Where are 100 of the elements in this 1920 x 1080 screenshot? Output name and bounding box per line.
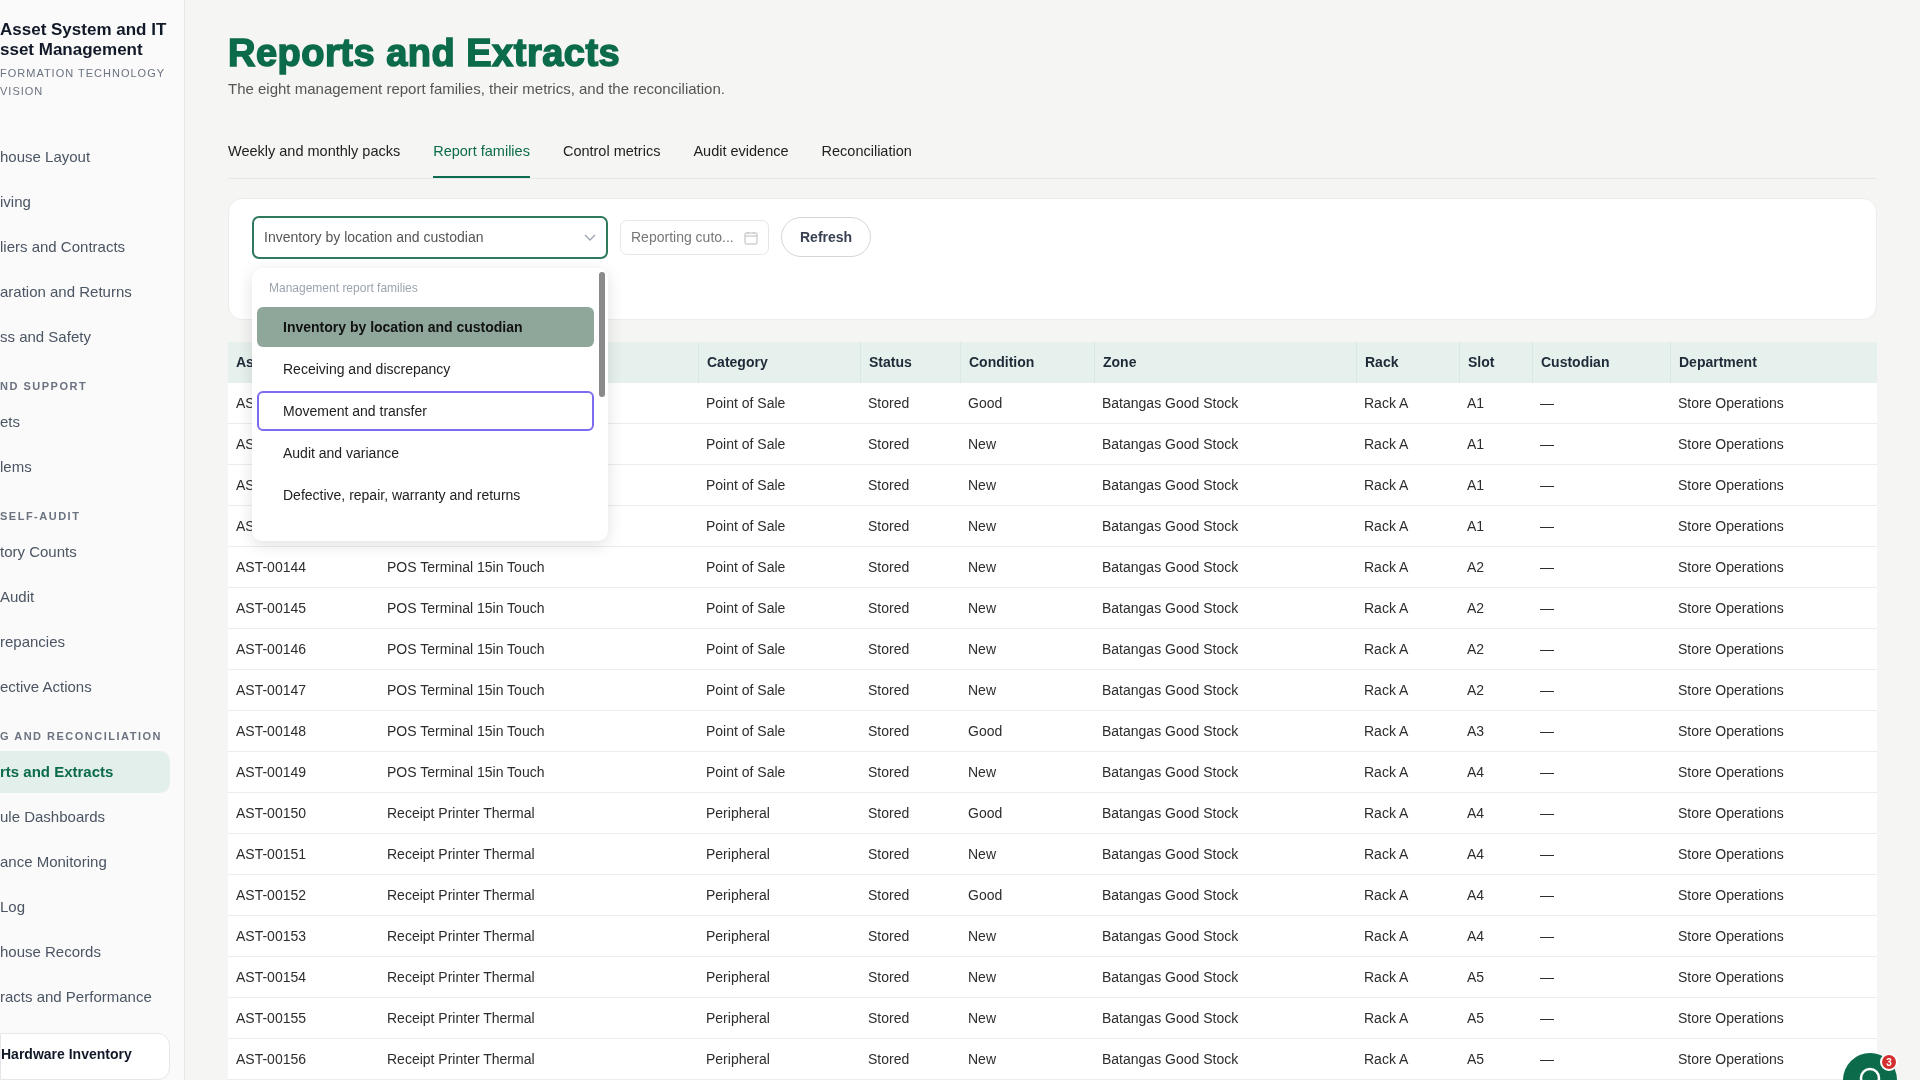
table-cell-text: AST-00148: [236, 721, 307, 741]
table-cell-text: Point of Sale: [706, 475, 786, 495]
table-cell-text: Batangas Good Stock: [1102, 598, 1239, 618]
nav-item[interactable]: tory Counts: [0, 531, 170, 573]
user-card[interactable]: Hardware Inventory: [0, 1033, 170, 1080]
nav-item[interactable]: ule Dashboards: [0, 796, 170, 838]
table-cell-text: A4: [1467, 803, 1485, 823]
table-cell-text: New: [968, 1049, 996, 1069]
table-cell-text: Peripheral: [706, 967, 770, 987]
table-cell-text: New: [968, 967, 996, 987]
notification-badge: 3: [1880, 1053, 1898, 1071]
table-cell-text: A2: [1467, 557, 1485, 577]
nav-item[interactable]: iving: [0, 181, 170, 223]
table-cell-text: A1: [1467, 393, 1485, 413]
table-cell-text: Stored: [868, 598, 910, 618]
tab[interactable]: Reconciliation: [821, 138, 912, 179]
table-cell-text: A4: [1467, 762, 1485, 782]
table-cell-text: Rack A: [1364, 721, 1409, 741]
table-cell-text: Store Operations: [1678, 885, 1784, 905]
table-cell-text: Batangas Good Stock: [1102, 762, 1239, 782]
table-cell-text: Receipt Printer Thermal: [387, 967, 535, 987]
nav-item[interactable]: Log: [0, 886, 170, 928]
nav-item[interactable]: house Layout: [0, 136, 170, 178]
table-cell-text: Rack A: [1364, 598, 1409, 618]
page-title: Reports and Extracts: [228, 31, 622, 76]
app-title: sset Management: [0, 40, 144, 60]
table-cell-text: New: [968, 844, 996, 864]
table-cell-text: Store Operations: [1678, 639, 1784, 659]
table-cell-text: Stored: [868, 721, 910, 741]
nav-item[interactable]: liers and Contracts: [0, 226, 170, 268]
table-cell-text: A4: [1467, 885, 1485, 905]
table-cell-text: A1: [1467, 516, 1485, 536]
table-cell-text: New: [968, 926, 996, 946]
table-cell-text: —: [1540, 844, 1554, 864]
nav-item[interactable]: rts and Extracts: [0, 751, 170, 793]
table-cell-text: Store Operations: [1678, 434, 1784, 454]
dropdown-option[interactable]: Receiving and discrepancy: [257, 349, 594, 389]
tab[interactable]: Control metrics: [562, 138, 661, 179]
dropdown-option[interactable]: Movement and transfer: [257, 391, 594, 431]
table-cell-text: New: [968, 475, 996, 495]
table-cell-text: Store Operations: [1678, 844, 1784, 864]
table-cell-text: A3: [1467, 721, 1485, 741]
report-family-select[interactable]: Inventory by location and custodian: [252, 216, 608, 260]
table-cell-text: A2: [1467, 639, 1485, 659]
table-cell-text: Peripheral: [706, 885, 770, 905]
table-cell-text: Stored: [868, 1008, 910, 1028]
tab[interactable]: Weekly and monthly packs: [228, 138, 401, 179]
table-cell-text: POS Terminal 15in Touch: [387, 557, 545, 577]
table-cell-text: Rack A: [1364, 557, 1409, 577]
table-cell-text: Stored: [868, 680, 910, 700]
nav-item[interactable]: ective Actions: [0, 666, 170, 708]
refresh-button[interactable]: Refresh: [781, 217, 872, 258]
nav-item[interactable]: racts and Performance: [0, 976, 170, 1018]
nav-item[interactable]: repancies: [0, 621, 170, 663]
nav-item[interactable]: ss and Safety: [0, 316, 170, 358]
table-cell-text: A1: [1467, 475, 1485, 495]
tab[interactable]: Audit evidence: [693, 138, 789, 179]
nav-item[interactable]: ance Monitoring: [0, 841, 170, 883]
dropdown-option[interactable]: Defective, repair, warranty and returns: [257, 475, 594, 515]
nav-item[interactable]: ets: [0, 401, 170, 443]
table-cell-text: Rack A: [1364, 885, 1409, 905]
table-cell-text: New: [968, 1008, 996, 1028]
dropdown-option[interactable]: Inventory by location and custodian: [257, 307, 594, 347]
table-cell-text: Rack A: [1364, 393, 1409, 413]
table-cell-text: AST-00153: [236, 926, 307, 946]
table-cell-text: Stored: [868, 557, 910, 577]
section-heading: SELF-AUDIT: [0, 508, 82, 524]
table-cell-text: AST-00146: [236, 639, 307, 659]
table-cell-text: —: [1540, 598, 1554, 618]
table-cell-text: A4: [1467, 926, 1485, 946]
nav-item[interactable]: aration and Returns: [0, 271, 170, 313]
table-cell-text: Stored: [868, 475, 910, 495]
nav-item[interactable]: Audit: [0, 576, 170, 618]
table-cell-text: Rack A: [1364, 680, 1409, 700]
table-cell-text: AST-00154: [236, 967, 307, 987]
table-cell-text: Rack A: [1364, 844, 1409, 864]
nav-item[interactable]: lems: [0, 446, 170, 488]
table-cell-text: Rack A: [1364, 926, 1409, 946]
tab[interactable]: Report families: [433, 138, 530, 179]
table-cell-text: Batangas Good Stock: [1102, 844, 1239, 864]
table-cell-text: Batangas Good Stock: [1102, 393, 1239, 413]
app-title: Asset System and IT: [0, 20, 168, 40]
table-cell-text: New: [968, 598, 996, 618]
table-cell-text: Peripheral: [706, 1008, 770, 1028]
date-field[interactable]: Reporting cuto...: [620, 220, 769, 256]
nav-item[interactable]: house Records: [0, 931, 170, 973]
table-cell-text: —: [1540, 1049, 1554, 1069]
table-cell-text: AST-00152: [236, 885, 307, 905]
dropdown-option[interactable]: Audit and variance: [257, 433, 594, 473]
page-subtitle: The eight management report families, their metrics, and the reconciliation.: [228, 79, 726, 99]
table-cell-text: New: [968, 434, 996, 454]
table-cell-text: Stored: [868, 639, 910, 659]
table-cell-text: Point of Sale: [706, 639, 786, 659]
table-cell-text: POS Terminal 15in Touch: [387, 721, 545, 741]
table-cell-text: Batangas Good Stock: [1102, 803, 1239, 823]
column-header: Department: [1679, 353, 1757, 372]
table-cell-text: Store Operations: [1678, 721, 1784, 741]
table-cell-text: A2: [1467, 680, 1485, 700]
table-cell-text: Batangas Good Stock: [1102, 639, 1239, 659]
table-cell-text: Store Operations: [1678, 967, 1784, 987]
